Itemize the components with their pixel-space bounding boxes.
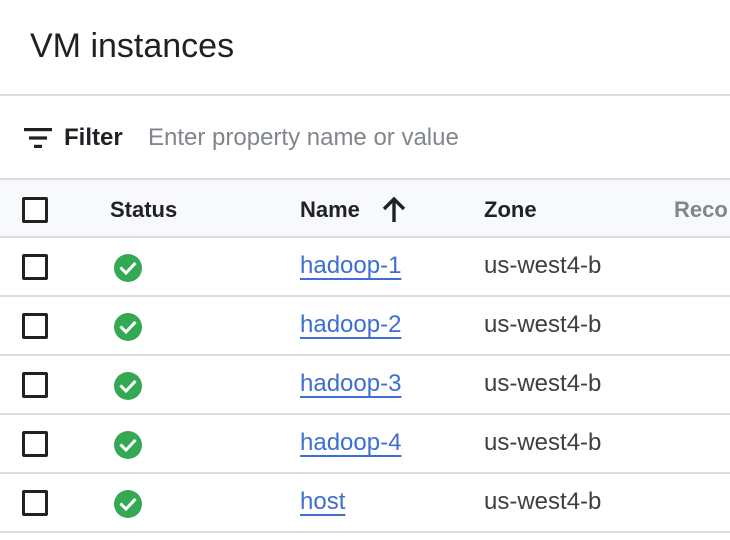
row-checkbox[interactable] bbox=[22, 254, 48, 280]
filter-label[interactable]: Filter bbox=[64, 123, 123, 153]
filter-input[interactable] bbox=[148, 120, 708, 156]
zone-cell: us-west4-b bbox=[484, 252, 602, 279]
zone-cell: us-west4-b bbox=[484, 311, 602, 338]
instance-name-link[interactable]: hadoop-1 bbox=[300, 252, 401, 280]
page-title: VM instances bbox=[30, 27, 235, 65]
check-circle-icon bbox=[114, 372, 142, 400]
filter-bar: Filter bbox=[0, 98, 730, 178]
check-circle-icon bbox=[114, 254, 142, 282]
instance-name-link[interactable]: host bbox=[300, 488, 345, 516]
check-circle-icon bbox=[114, 490, 142, 518]
instance-name-link[interactable]: hadoop-4 bbox=[300, 429, 401, 457]
filter-list-icon[interactable] bbox=[24, 128, 52, 148]
table-row: hadoop-2 us-west4-b bbox=[0, 297, 730, 356]
row-checkbox[interactable] bbox=[22, 313, 48, 339]
zone-cell: us-west4-b bbox=[484, 488, 602, 515]
table-header: Status Name Zone Reco bbox=[0, 178, 730, 238]
check-circle-icon bbox=[114, 313, 142, 341]
row-checkbox[interactable] bbox=[22, 372, 48, 398]
column-header-status[interactable]: Status bbox=[110, 196, 177, 224]
row-checkbox[interactable] bbox=[22, 431, 48, 457]
instance-name-link[interactable]: hadoop-2 bbox=[300, 311, 401, 339]
table-row: host us-west4-b bbox=[0, 474, 730, 533]
row-checkbox[interactable] bbox=[22, 490, 48, 516]
table-row: hadoop-4 us-west4-b bbox=[0, 415, 730, 474]
instance-name-link[interactable]: hadoop-3 bbox=[300, 370, 401, 398]
check-circle-icon bbox=[114, 431, 142, 459]
zone-cell: us-west4-b bbox=[484, 370, 602, 397]
zone-cell: us-west4-b bbox=[484, 429, 602, 456]
column-header-recommendation[interactable]: Reco bbox=[674, 196, 728, 224]
table-row: hadoop-3 us-west4-b bbox=[0, 356, 730, 415]
select-all-checkbox[interactable] bbox=[22, 197, 48, 223]
column-header-name[interactable]: Name bbox=[300, 196, 360, 224]
page-header: VM instances bbox=[0, 0, 730, 96]
column-header-zone[interactable]: Zone bbox=[484, 196, 537, 224]
arrow-upward-icon[interactable] bbox=[380, 196, 408, 224]
table-row: hadoop-1 us-west4-b bbox=[0, 238, 730, 297]
